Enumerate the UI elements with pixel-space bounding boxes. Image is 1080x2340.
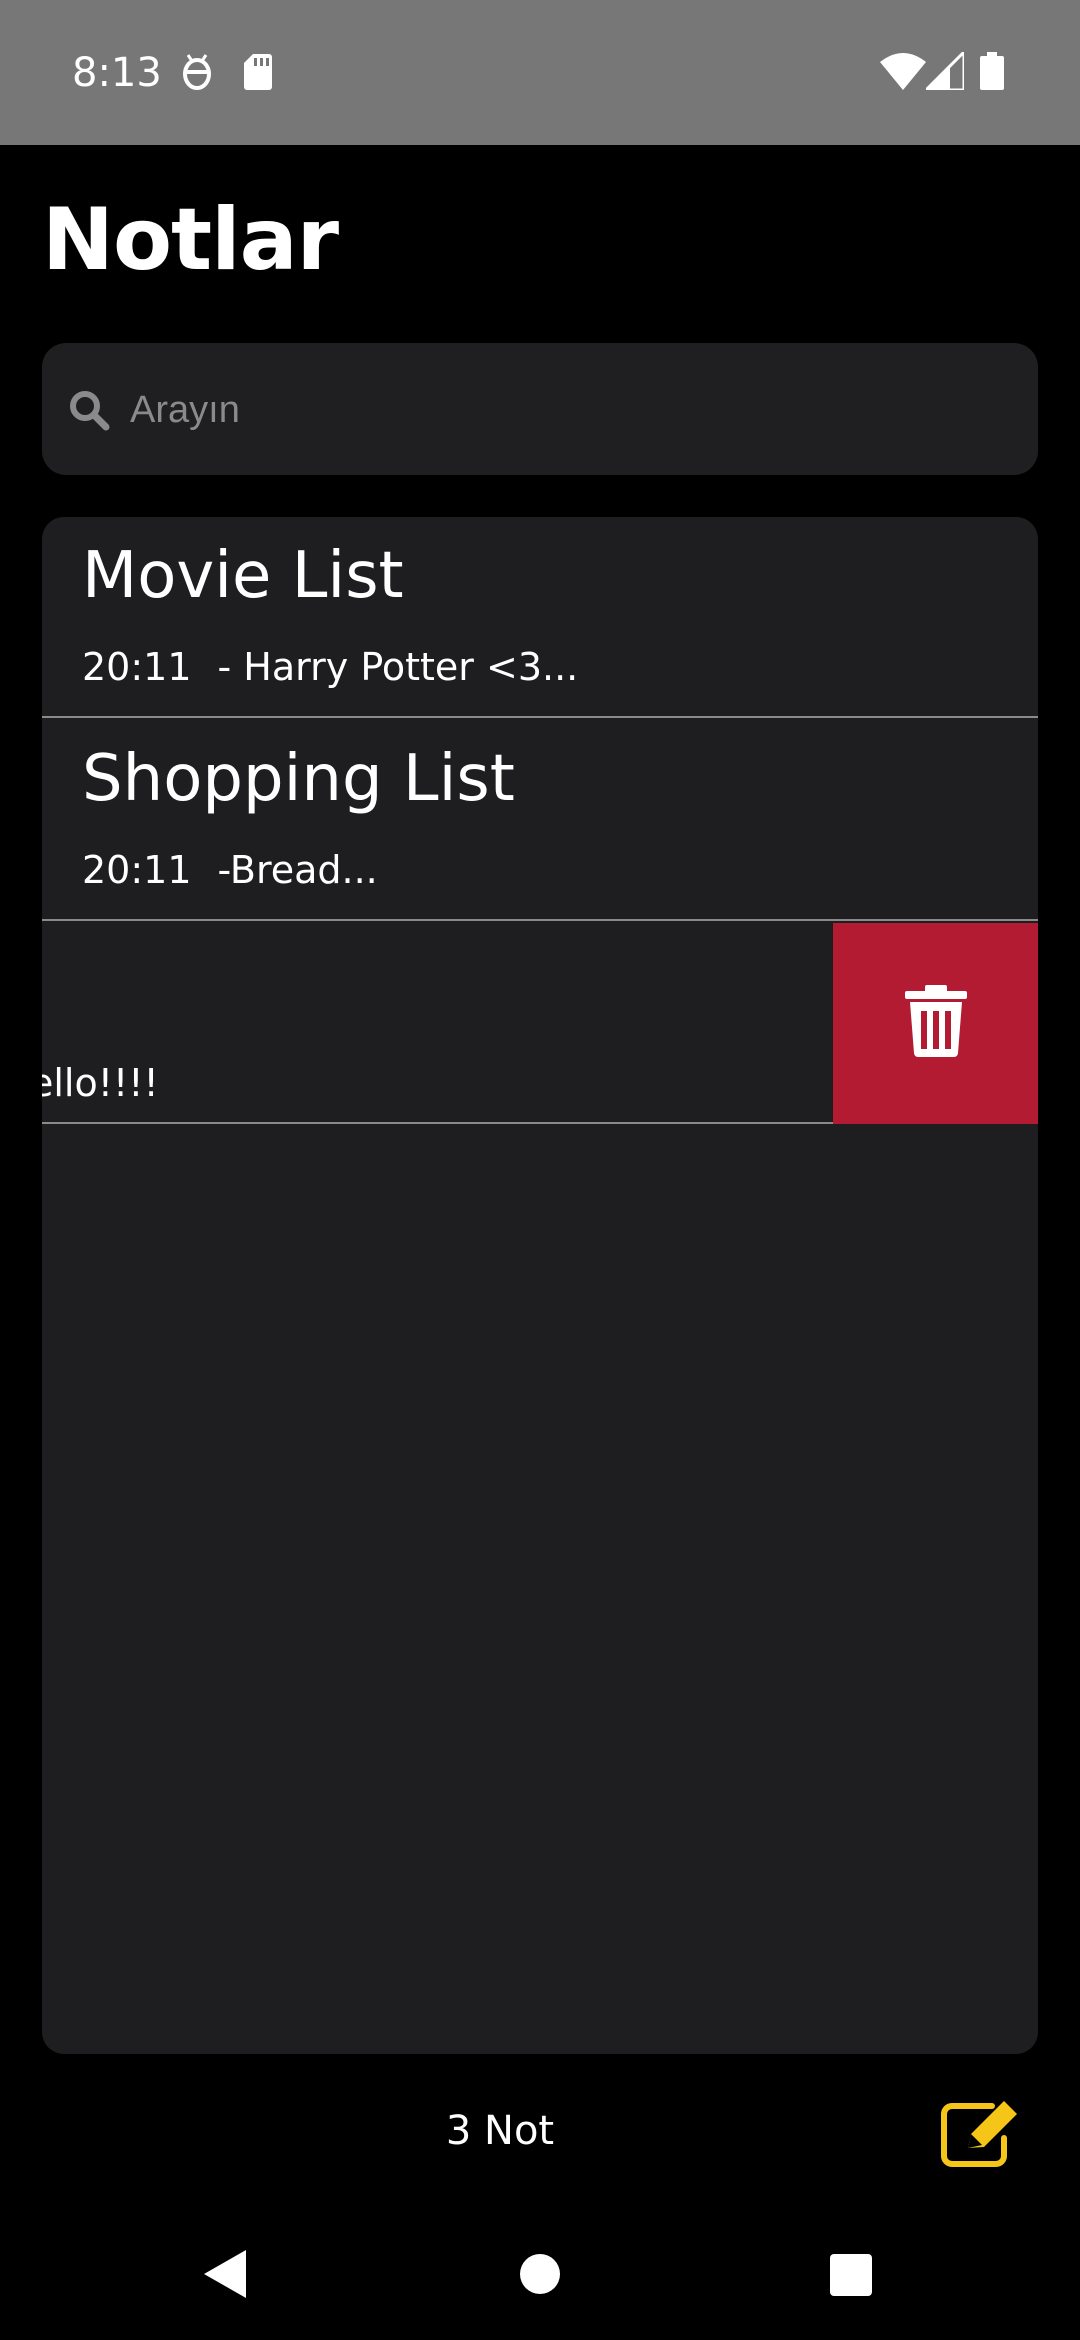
status-time: 8:13: [72, 50, 162, 96]
note-time: 20:11: [82, 645, 192, 689]
android-debug-icon: [180, 52, 214, 97]
note-time: 20:11: [82, 848, 192, 892]
list-item[interactable]: Shopping List 20:11 -Bread...: [42, 720, 1038, 921]
compose-button[interactable]: [938, 2096, 1028, 2175]
swiped-list-item[interactable]: ello!!!!: [42, 923, 1038, 1124]
note-preview: ello!!!!: [42, 1061, 159, 1105]
signal-icon: [922, 48, 966, 95]
nav-bar: [0, 2200, 1080, 2340]
search-icon: [68, 389, 110, 436]
sd-card-icon: [243, 52, 273, 95]
note-meta: 20:11 -Bread...: [82, 848, 378, 892]
home-icon[interactable]: [519, 2253, 561, 2300]
note-count: 3 Not: [445, 2108, 555, 2154]
note-preview: - Harry Potter <3...: [217, 645, 579, 689]
notes-list: Movie List 20:11 - Harry Potter <3... Sho…: [42, 517, 1038, 2054]
search-bar[interactable]: [42, 343, 1038, 475]
battery-icon: [980, 52, 1004, 95]
back-icon[interactable]: [204, 2250, 246, 2303]
note-meta: 20:11 - Harry Potter <3...: [82, 645, 578, 689]
swiped-note-content[interactable]: ello!!!!: [42, 923, 833, 1124]
note-title: Shopping List: [82, 742, 515, 816]
status-bar: 8:13: [0, 0, 1080, 145]
note-preview: -Bread...: [217, 848, 378, 892]
list-item[interactable]: Movie List 20:11 - Harry Potter <3...: [42, 517, 1038, 718]
trash-icon: [903, 985, 969, 1062]
note-title: Movie List: [82, 539, 404, 613]
search-input[interactable]: [128, 373, 1012, 447]
page-title: Notlar: [42, 190, 339, 290]
compose-icon: [938, 2096, 1028, 2174]
recents-icon[interactable]: [830, 2254, 872, 2301]
delete-button[interactable]: [833, 923, 1038, 1124]
wifi-icon: [880, 52, 926, 95]
